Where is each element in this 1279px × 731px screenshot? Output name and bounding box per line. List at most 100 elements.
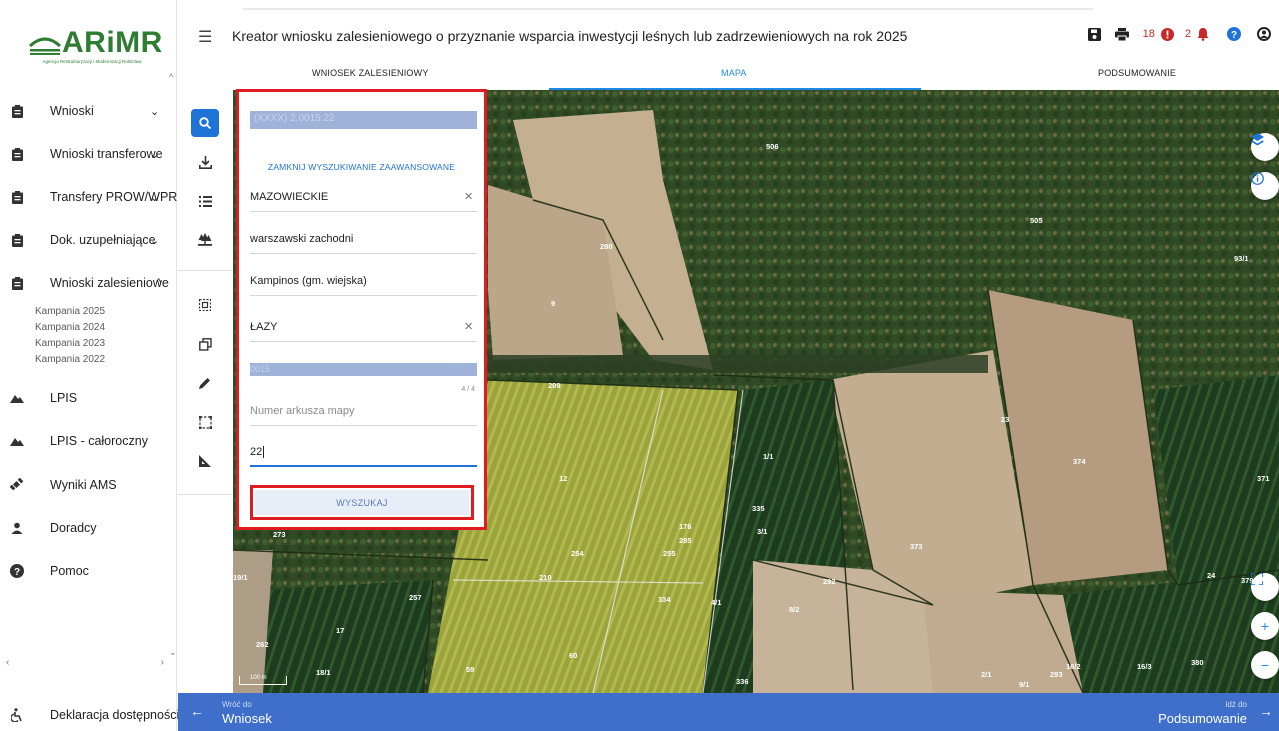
map-sheet-field[interactable]: Numer arkusza mapy (250, 402, 477, 426)
sidebar-item-wnioski[interactable]: Wnioski ⌄ (0, 100, 170, 122)
parcel-label: 280 (600, 242, 613, 251)
parcel-label: 335 (752, 504, 765, 513)
rail-divider (178, 270, 233, 271)
parcel-label: 293 (1050, 670, 1063, 679)
parcel-label: 24 (1207, 571, 1216, 580)
save-icon[interactable] (1087, 27, 1101, 41)
forest-tool-button[interactable] (191, 226, 219, 254)
parcel-label: 255 (663, 549, 676, 558)
parcel-label: 16/2 (1066, 662, 1081, 671)
sidebar-item-wnioski-transferowe[interactable]: Wnioski transferowe ⌄ (0, 143, 170, 165)
sidebar-item-label: Wnioski transferowe (50, 147, 163, 161)
sidebar-horizontal-scrollbar[interactable]: ‹ › (6, 657, 164, 668)
mountain-icon (10, 434, 24, 448)
sidebar: ARiMR Agencja Restrukturyzacji i Moderni… (0, 0, 179, 731)
rectangle-tool-button[interactable] (191, 408, 219, 436)
sidebar-item-deklaracja-dostepnosci[interactable]: Deklaracja dostępności (0, 704, 179, 726)
scroll-left-icon[interactable]: ‹ (6, 657, 9, 668)
help-circle-icon: ? (10, 564, 24, 578)
parcel-label: 506 (766, 142, 779, 151)
parcel-number-value: 22 (250, 446, 263, 458)
search-input[interactable]: (XXXX) 2.0015.22 (250, 111, 477, 129)
copy-tool-button[interactable] (191, 330, 219, 358)
sidebar-item-lpis[interactable]: LPIS (0, 387, 170, 409)
sidebar-item-dok-uzupelniajace[interactable]: Dok. uzupełniające ⌄ (0, 229, 170, 251)
list-tool-button[interactable] (191, 187, 219, 215)
sidebar-item-transfery-prow[interactable]: Transfery PROW/WPR ⌄ (0, 186, 177, 208)
voivodeship-field[interactable]: MAZOWIECKIE × (250, 188, 477, 212)
error-icon[interactable] (1160, 27, 1174, 41)
parcel-label: 273 (273, 530, 286, 539)
advanced-search-panel: (XXXX) 2.0015.22 ZAMKNIJ WYSZUKIWANIE ZA… (236, 89, 487, 530)
plus-icon: + (1260, 618, 1270, 634)
satellite-icon (10, 478, 24, 492)
sidebar-footer-label: Deklaracja dostępności (50, 708, 180, 722)
sidebar-item-wyniki-ams[interactable]: Wyniki AMS (0, 474, 170, 496)
parcel-label: 2/1 (981, 670, 992, 679)
sidebar-item-label: Wnioski zalesieniowe (50, 276, 169, 290)
parcel-label: 210 (539, 573, 552, 582)
chevron-down-icon: ⌄ (150, 105, 160, 118)
header: ☰ Kreator wniosku zalesieniowego o przyz… (178, 0, 1279, 92)
sidebar-subitem-kampania-2022[interactable]: Kampania 2022 (35, 354, 105, 365)
parcel-label: 18/1 (316, 668, 331, 677)
county-field[interactable]: warszawski zachodni (250, 230, 477, 254)
account-icon[interactable] (1257, 27, 1271, 41)
precinct-field[interactable]: ŁAZY × (250, 318, 477, 342)
close-icon[interactable]: × (464, 188, 473, 205)
commune-field[interactable]: Kampinos (gm. wiejska) (250, 272, 477, 296)
sidebar-item-pomoc[interactable]: ? Pomoc (0, 560, 170, 582)
parcel-label: 257 (409, 593, 422, 602)
chevron-down-icon: ⌄ (150, 234, 160, 247)
arimr-logo[interactable]: ARiMR Agencja Restrukturyzacji i Moderni… (22, 24, 162, 70)
parcel-number-field[interactable]: 22 (250, 443, 477, 467)
parcel-label: 254 (571, 549, 584, 558)
search-icon (199, 117, 211, 129)
search-button[interactable]: WYSZUKAJ (255, 490, 469, 515)
sidebar-item-doradcy[interactable]: Doradcy (0, 517, 170, 539)
sidebar-subitem-kampania-2024[interactable]: Kampania 2024 (35, 322, 105, 333)
draw-tool-button[interactable] (191, 369, 219, 397)
close-advanced-search-link[interactable]: ZAMKNIJ WYSZUKIWANIE ZAAWANSOWANE (239, 162, 484, 172)
commune-value: Kampinos (gm. wiejska) (250, 275, 367, 287)
chevron-down-icon: ⌄ (150, 148, 160, 161)
arrow-right-icon: → (1259, 703, 1273, 719)
tab-podsumowanie[interactable]: PODSUMOWANIE (1098, 68, 1176, 78)
sidebar-item-lpis-caloroczny[interactable]: LPIS - całoroczny (0, 430, 170, 452)
search-tool-button[interactable] (191, 109, 219, 137)
sidebar-scroll-up-icon[interactable]: ^ (169, 72, 173, 82)
chevron-down-icon: ⌄ (150, 191, 160, 204)
select-area-tool-button[interactable] (191, 291, 219, 319)
parcel-label: 12 (559, 474, 568, 483)
map-scale-bar: 100 m (239, 675, 287, 685)
bell-icon[interactable] (1197, 27, 1209, 41)
scroll-right-icon[interactable]: › (161, 657, 164, 668)
zoom-in-button[interactable]: + (1251, 612, 1279, 640)
zoom-out-button[interactable]: − (1251, 651, 1279, 679)
clipboard-icon (10, 276, 24, 290)
info-button[interactable] (1251, 172, 1279, 200)
tab-wniosek-zalesieniowy[interactable]: WNIOSEK ZALESIENIOWY (312, 68, 429, 78)
sidebar-subitem-kampania-2025[interactable]: Kampania 2025 (35, 306, 105, 317)
voivodeship-value: MAZOWIECKIE (250, 191, 329, 203)
print-icon[interactable] (1114, 27, 1129, 41)
parcel-label: 1/1 (763, 452, 774, 461)
select-dashed-icon (199, 299, 211, 311)
sidebar-item-wnioski-zalesieniowe[interactable]: Wnioski zalesieniowe ^ (0, 272, 170, 294)
search-button-highlight: WYSZUKAJ (250, 485, 474, 520)
measure-tool-button[interactable] (191, 447, 219, 475)
close-icon[interactable]: × (464, 318, 473, 335)
svg-text:?: ? (1231, 30, 1237, 41)
chevron-up-icon: ^ (156, 277, 162, 289)
sidebar-subitem-kampania-2023[interactable]: Kampania 2023 (35, 338, 105, 349)
menu-icon[interactable]: ☰ (198, 27, 212, 47)
help-icon[interactable]: ? (1227, 27, 1241, 41)
fullscreen-button[interactable] (1251, 573, 1279, 601)
tab-mapa[interactable]: MAPA (721, 68, 747, 78)
parcel-label: 285 (679, 536, 692, 545)
search-input-placeholder: (XXXX) 2.0015.22 (254, 113, 335, 124)
svg-text:?: ? (14, 567, 20, 578)
layers-button[interactable] (1251, 133, 1279, 161)
sidebar-scroll-down-icon[interactable]: ⌄ (169, 647, 177, 658)
import-tool-button[interactable] (191, 148, 219, 176)
